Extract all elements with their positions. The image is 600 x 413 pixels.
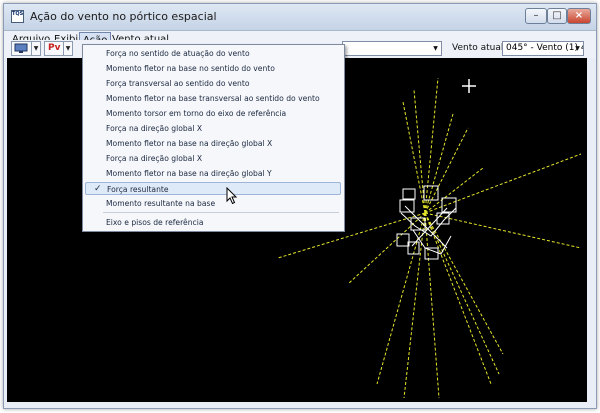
action-menu-dropdown: Força no sentido de atuação do vento Mom… xyxy=(82,44,345,232)
force-line xyxy=(424,153,582,214)
menu-item-momento-base-sentido-vento[interactable]: Momento fletor na base no sentido do ven… xyxy=(83,62,342,75)
menu-item-forca-sentido-vento[interactable]: Força no sentido de atuação do vento xyxy=(83,47,342,60)
menu-separator xyxy=(103,212,339,213)
mouse-pointer-icon xyxy=(226,187,238,205)
structure-element xyxy=(436,212,450,225)
menu-item-label: Momento fletor na base no sentido do ven… xyxy=(106,64,275,73)
menu-item-forca-global-x[interactable]: Força na direção global X xyxy=(83,122,342,135)
force-line xyxy=(402,101,426,214)
menu-item-forca-transversal[interactable]: Força transversal ao sentido do vento xyxy=(83,77,342,90)
force-line xyxy=(424,212,440,399)
pv-dropdown-arrow[interactable]: ▼ xyxy=(64,41,73,56)
menu-item-momento-resultante-base[interactable]: Momento resultante na base xyxy=(83,197,342,210)
structure-element xyxy=(396,233,410,247)
menu-item-label: Momento fletor na base transversal ao se… xyxy=(106,94,320,103)
menu-item-label: Força na direção global X xyxy=(106,154,203,163)
force-line xyxy=(347,212,426,285)
menu-item-label: Força na direção global X xyxy=(106,124,203,133)
structure-element xyxy=(424,247,439,260)
force-line xyxy=(424,212,582,249)
view-dropdown-arrow[interactable]: ▼ xyxy=(32,41,41,56)
menu-item-label: Momento fletor na base na direção global… xyxy=(106,139,273,148)
force-line xyxy=(424,167,484,214)
pv-button[interactable]: Pv xyxy=(44,41,64,56)
view-button[interactable] xyxy=(11,41,32,56)
force-line xyxy=(413,89,426,214)
pv-label: Pv xyxy=(48,43,61,53)
structure-element xyxy=(402,188,416,200)
menu-item-label: Momento torsor em torno do eixo de refer… xyxy=(106,109,287,118)
maximize-button[interactable]: □ xyxy=(547,8,567,24)
menu-item-momento-base-transversal[interactable]: Momento fletor na base transversal ao se… xyxy=(83,92,342,105)
monitor-icon xyxy=(14,43,28,53)
app-window: TQS Ação do vento no pórtico espacial – … xyxy=(3,3,597,409)
menu-item-momento-base-global-y[interactable]: Momento fletor na base na direção global… xyxy=(83,167,342,180)
menu-item-label: Eixo e pisos de referência xyxy=(106,218,204,227)
menu-item-momento-base-global-x[interactable]: Momento fletor na base na direção global… xyxy=(83,137,342,150)
vento-atual-select[interactable]: 045° - Vento (1) 45° ▼ xyxy=(502,41,584,56)
menu-item-label: Momento resultante na base xyxy=(106,199,216,208)
menu-item-label: Força no sentido de atuação do vento xyxy=(106,49,250,58)
force-line xyxy=(424,212,504,355)
menu-item-label: Força transversal ao sentido do vento xyxy=(106,79,250,88)
app-icon: TQS xyxy=(11,10,24,23)
load-combo[interactable]: ▼ xyxy=(342,41,442,56)
vento-select-arrow-icon: ▼ xyxy=(575,45,580,52)
structure-element xyxy=(399,199,415,213)
crosshair-cursor-icon xyxy=(462,79,476,93)
menu-item-label: Força resultante xyxy=(107,185,169,194)
window-title: Ação do vento no pórtico espacial xyxy=(30,10,217,23)
load-combo-arrow-icon: ▼ xyxy=(433,45,438,52)
menu-item-forca-global-x-2[interactable]: Força na direção global X xyxy=(83,152,342,165)
menu-item-label: Momento fletor na base na direção global… xyxy=(106,169,272,178)
checkmark-icon: ✓ xyxy=(94,184,102,194)
close-button[interactable]: × xyxy=(567,8,591,24)
minimize-button[interactable]: – xyxy=(525,8,547,24)
vento-atual-label: Vento atual: xyxy=(452,43,507,53)
force-line xyxy=(403,212,426,399)
force-line xyxy=(376,212,426,385)
force-line xyxy=(424,212,492,385)
menu-item-forca-resultante[interactable]: ✓ Força resultante xyxy=(85,182,341,195)
menu-item-eixo-pisos[interactable]: Eixo e pisos de referência xyxy=(83,216,342,229)
force-line xyxy=(424,77,439,214)
menu-item-momento-torsor[interactable]: Momento torsor em torno do eixo de refer… xyxy=(83,107,342,120)
title-bar[interactable]: TQS Ação do vento no pórtico espacial – … xyxy=(4,4,596,31)
